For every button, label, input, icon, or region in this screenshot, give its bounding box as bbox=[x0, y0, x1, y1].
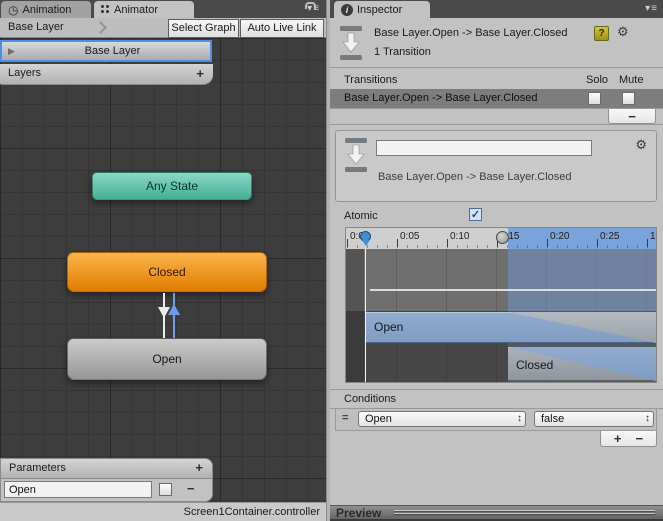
updown-icon: ↕ bbox=[517, 413, 522, 424]
tick-label: 1 bbox=[650, 231, 656, 242]
drag-handle-icon[interactable]: = bbox=[342, 412, 348, 424]
preview-grip bbox=[394, 510, 655, 516]
arrow-up-icon bbox=[168, 304, 180, 315]
solo-checkbox[interactable] bbox=[588, 92, 601, 105]
mute-checkbox[interactable] bbox=[622, 92, 635, 105]
transition-name-field[interactable] bbox=[376, 140, 592, 156]
add-condition-button[interactable]: + bbox=[614, 431, 622, 446]
timeline-tracks-region: Open Closed bbox=[346, 311, 656, 382]
transition-icon bbox=[340, 26, 362, 60]
preview-label: Preview bbox=[336, 506, 382, 520]
select-graph-button[interactable]: Select Graph bbox=[168, 19, 239, 38]
parameters-title: Parameters bbox=[9, 462, 66, 474]
inspector-body: Base Layer.Open -> Base Layer.Closed 1 T… bbox=[330, 18, 663, 521]
open-track-label: Open bbox=[374, 320, 404, 334]
inspector-tabstrip: i Inspector ▾≡ bbox=[330, 0, 663, 18]
timeline-graph-region bbox=[346, 249, 656, 311]
transition-arrow-open-to-closed-selected[interactable] bbox=[173, 293, 175, 338]
condition-parameter-value: Open bbox=[365, 413, 392, 425]
transition-start-marker[interactable] bbox=[496, 231, 509, 244]
transitions-title: Transitions bbox=[344, 74, 398, 86]
condition-value-dropdown[interactable]: false ↕ bbox=[534, 411, 654, 427]
parameter-row: − bbox=[0, 479, 213, 502]
parameter-name-field[interactable] bbox=[4, 481, 152, 498]
breadcrumb[interactable]: Base Layer bbox=[8, 21, 64, 33]
clock-icon: ◷ bbox=[8, 2, 19, 17]
transition-detail-block: ⚙ Base Layer.Open -> Base Layer.Closed bbox=[335, 130, 657, 202]
remove-parameter-button[interactable]: − bbox=[187, 481, 195, 496]
transition-title: Base Layer.Open -> Base Layer.Closed bbox=[374, 27, 568, 39]
parameters-header: Parameters + bbox=[0, 458, 213, 479]
gear-icon[interactable]: ⚙ bbox=[617, 25, 629, 39]
info-icon: i bbox=[341, 3, 353, 16]
transition-detail-label: Base Layer.Open -> Base Layer.Closed bbox=[378, 171, 572, 183]
layer-item-label: Base Layer bbox=[84, 45, 141, 57]
transition-row-label: Base Layer.Open -> Base Layer.Closed bbox=[344, 92, 538, 104]
solo-column-label: Solo bbox=[586, 74, 609, 86]
add-layer-button[interactable]: + bbox=[196, 66, 204, 81]
condition-value: false bbox=[541, 413, 565, 425]
inspector-menu-icon[interactable]: ▾≡ bbox=[645, 3, 658, 14]
layers-bar-label: Layers bbox=[8, 67, 42, 79]
state-machine-canvas[interactable]: ▶ Base Layer Layers + Any State Closed O… bbox=[0, 38, 326, 502]
animator-icon bbox=[101, 5, 110, 14]
tab-animator[interactable]: Animator bbox=[94, 1, 194, 18]
playhead-line[interactable] bbox=[365, 249, 366, 382]
condition-row: = Open ↕ false ↕ bbox=[335, 409, 657, 431]
breadcrumb-chevron-icon bbox=[94, 21, 107, 34]
state-node-closed[interactable]: Closed bbox=[67, 252, 267, 292]
condition-add-remove-box: + − bbox=[600, 431, 657, 447]
remove-condition-button[interactable]: − bbox=[636, 431, 644, 446]
expander-icon[interactable]: ▶ bbox=[8, 46, 15, 57]
tab-animation-label: Animation bbox=[22, 3, 72, 16]
closed-track-label: Closed bbox=[516, 358, 554, 372]
tab-animation[interactable]: ◷ Animation bbox=[1, 1, 91, 18]
state-node-open[interactable]: Open bbox=[67, 338, 267, 380]
open-state-fadeout-wedge[interactable] bbox=[508, 312, 656, 343]
transition-icon bbox=[345, 138, 367, 172]
minus-icon: − bbox=[628, 108, 636, 124]
tick-label: 0:20 bbox=[550, 231, 570, 242]
add-parameter-button[interactable]: + bbox=[195, 460, 203, 475]
conditions-title: Conditions bbox=[344, 393, 396, 405]
parameter-bool-checkbox[interactable] bbox=[159, 483, 172, 496]
tab-inspector-label: Inspector bbox=[357, 3, 403, 16]
transition-timeline[interactable]: 0:00 0:05 0:10 0:15 0:20 0:25 1 Ope bbox=[345, 227, 657, 383]
tab-inspector[interactable]: i Inspector bbox=[334, 1, 430, 18]
mute-column-label: Mute bbox=[619, 74, 644, 86]
playhead-handle[interactable] bbox=[360, 231, 371, 246]
transition-count: 1 Transition bbox=[374, 46, 431, 58]
weight-curve-line bbox=[370, 289, 656, 291]
condition-parameter-dropdown[interactable]: Open ↕ bbox=[358, 411, 526, 427]
updown-icon: ↕ bbox=[645, 413, 650, 424]
animator-toolbar: Base Layer Select Graph Auto Live Link bbox=[0, 18, 326, 38]
animator-tabstrip: ◷ Animation Animator ▾≡ bbox=[0, 0, 326, 18]
tab-animator-label: Animator bbox=[114, 3, 159, 16]
gear-icon[interactable]: ⚙ bbox=[635, 138, 647, 152]
auto-live-link-button[interactable]: Auto Live Link bbox=[240, 19, 324, 38]
tick-label: 0:25 bbox=[600, 231, 620, 242]
remove-transition-button[interactable]: − bbox=[608, 109, 656, 124]
tick-label: 0:10 bbox=[450, 231, 470, 242]
atomic-checkbox[interactable]: ✓ bbox=[469, 208, 482, 221]
unity-editor: ◷ Animation Animator ▾≡ Base Layer Selec… bbox=[0, 0, 663, 521]
atomic-label: Atomic bbox=[344, 210, 378, 222]
preview-bar[interactable]: Preview bbox=[330, 505, 663, 520]
help-icon[interactable]: ? bbox=[594, 26, 609, 41]
layer-item-base-layer[interactable]: ▶ Base Layer bbox=[0, 40, 212, 62]
timeline-ruler[interactable]: 0:00 0:05 0:10 0:15 0:20 0:25 1 bbox=[346, 228, 656, 249]
layers-bar: Layers + bbox=[0, 64, 213, 85]
tick-label: 0:05 bbox=[400, 231, 420, 242]
controller-status-bar: Screen1Container.controller bbox=[0, 502, 326, 521]
minor-ticks bbox=[347, 245, 656, 248]
transition-list-row[interactable]: Base Layer.Open -> Base Layer.Closed bbox=[330, 89, 663, 108]
state-node-any-state[interactable]: Any State bbox=[92, 172, 252, 200]
